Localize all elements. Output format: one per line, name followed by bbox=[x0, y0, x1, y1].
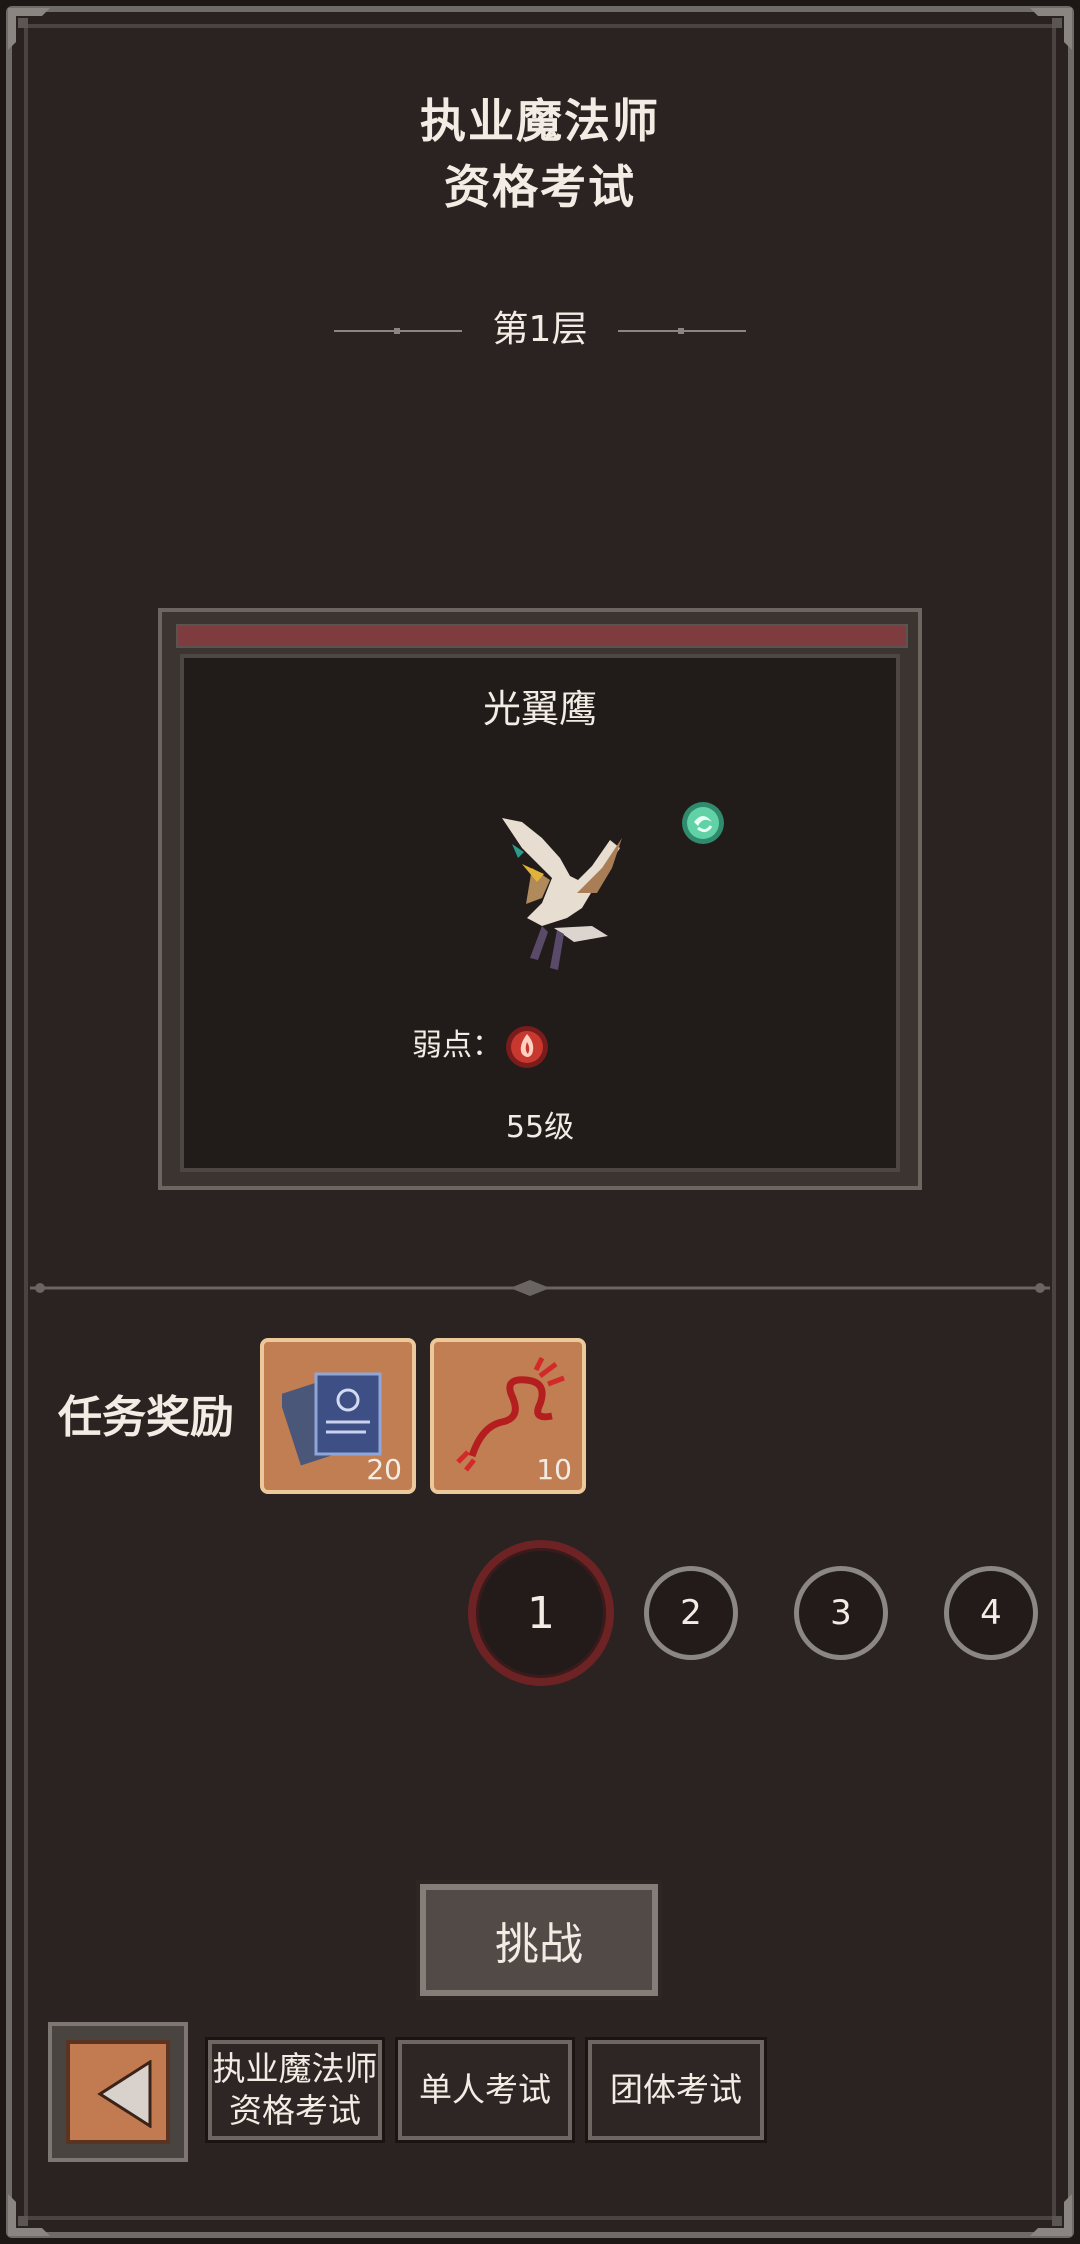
corner-ornament-icon bbox=[1028, 6, 1074, 52]
enemy-level: 55级 bbox=[505, 1110, 575, 1145]
corner-ornament-icon bbox=[1028, 2192, 1074, 2238]
section-divider bbox=[30, 1280, 1050, 1296]
tab-team-exam[interactable]: 团体考试 bbox=[585, 2037, 767, 2143]
enemy-name: 光翼鹰 bbox=[482, 687, 597, 731]
challenge-label: 挑战 bbox=[495, 1919, 583, 1970]
page-number: 4 bbox=[980, 1593, 1002, 1633]
floor-indicator: 第1层 bbox=[0, 300, 1080, 360]
tab-solo-exam[interactable]: 单人考试 bbox=[395, 2037, 575, 2143]
title-line-2: 资格考试 bbox=[444, 160, 636, 214]
page-button-3[interactable]: 3 bbox=[794, 1566, 888, 1660]
floor-label: 第1层 bbox=[492, 309, 588, 350]
fire-orb-icon bbox=[506, 1026, 548, 1068]
weakness-label: 弱点： bbox=[412, 1028, 502, 1063]
tab-label: 团体考试 bbox=[610, 2070, 742, 2109]
enemy-card-body: 光翼鹰 弱点： 55级 bbox=[180, 654, 900, 1172]
page-number: 1 bbox=[527, 1587, 555, 1639]
corner-ornament-icon bbox=[6, 6, 52, 52]
wind-orb-icon bbox=[682, 802, 724, 844]
challenge-button[interactable]: 挑战 bbox=[416, 1880, 662, 2000]
reward-count: 10 bbox=[536, 1453, 572, 1486]
page-button-4[interactable]: 4 bbox=[944, 1566, 1038, 1660]
back-arrow-icon bbox=[97, 2060, 152, 2128]
page-button-2[interactable]: 2 bbox=[644, 1566, 738, 1660]
reward-label: 任务奖励 bbox=[58, 1392, 234, 1443]
enemy-card[interactable]: 光翼鹰 弱点： 55级 bbox=[158, 608, 922, 1190]
page-button-1[interactable]: 1 bbox=[468, 1540, 614, 1686]
back-button[interactable] bbox=[48, 2022, 188, 2162]
page-title: 执业魔法师 资格考试 bbox=[0, 88, 1080, 220]
floor-ornament-right-icon bbox=[618, 328, 746, 334]
back-button-tile bbox=[66, 2040, 170, 2144]
title-line-1: 执业魔法师 bbox=[420, 94, 660, 148]
light-wing-hawk-sprite-icon bbox=[502, 818, 622, 970]
reward-item-red-thread[interactable]: 10 bbox=[430, 1338, 586, 1494]
reward-count: 20 bbox=[366, 1453, 402, 1486]
tab-label: 执业魔法师 资格考试 bbox=[212, 2049, 378, 2130]
page-number: 2 bbox=[680, 1593, 702, 1633]
tab-qualification-exam[interactable]: 执业魔法师 资格考试 bbox=[205, 2037, 385, 2143]
enemy-card-header-bar bbox=[176, 624, 908, 648]
page-number: 3 bbox=[830, 1593, 852, 1633]
corner-ornament-icon bbox=[6, 2192, 52, 2238]
tab-label: 单人考试 bbox=[419, 2070, 551, 2109]
reward-item-scrolls[interactable]: 20 bbox=[260, 1338, 416, 1494]
